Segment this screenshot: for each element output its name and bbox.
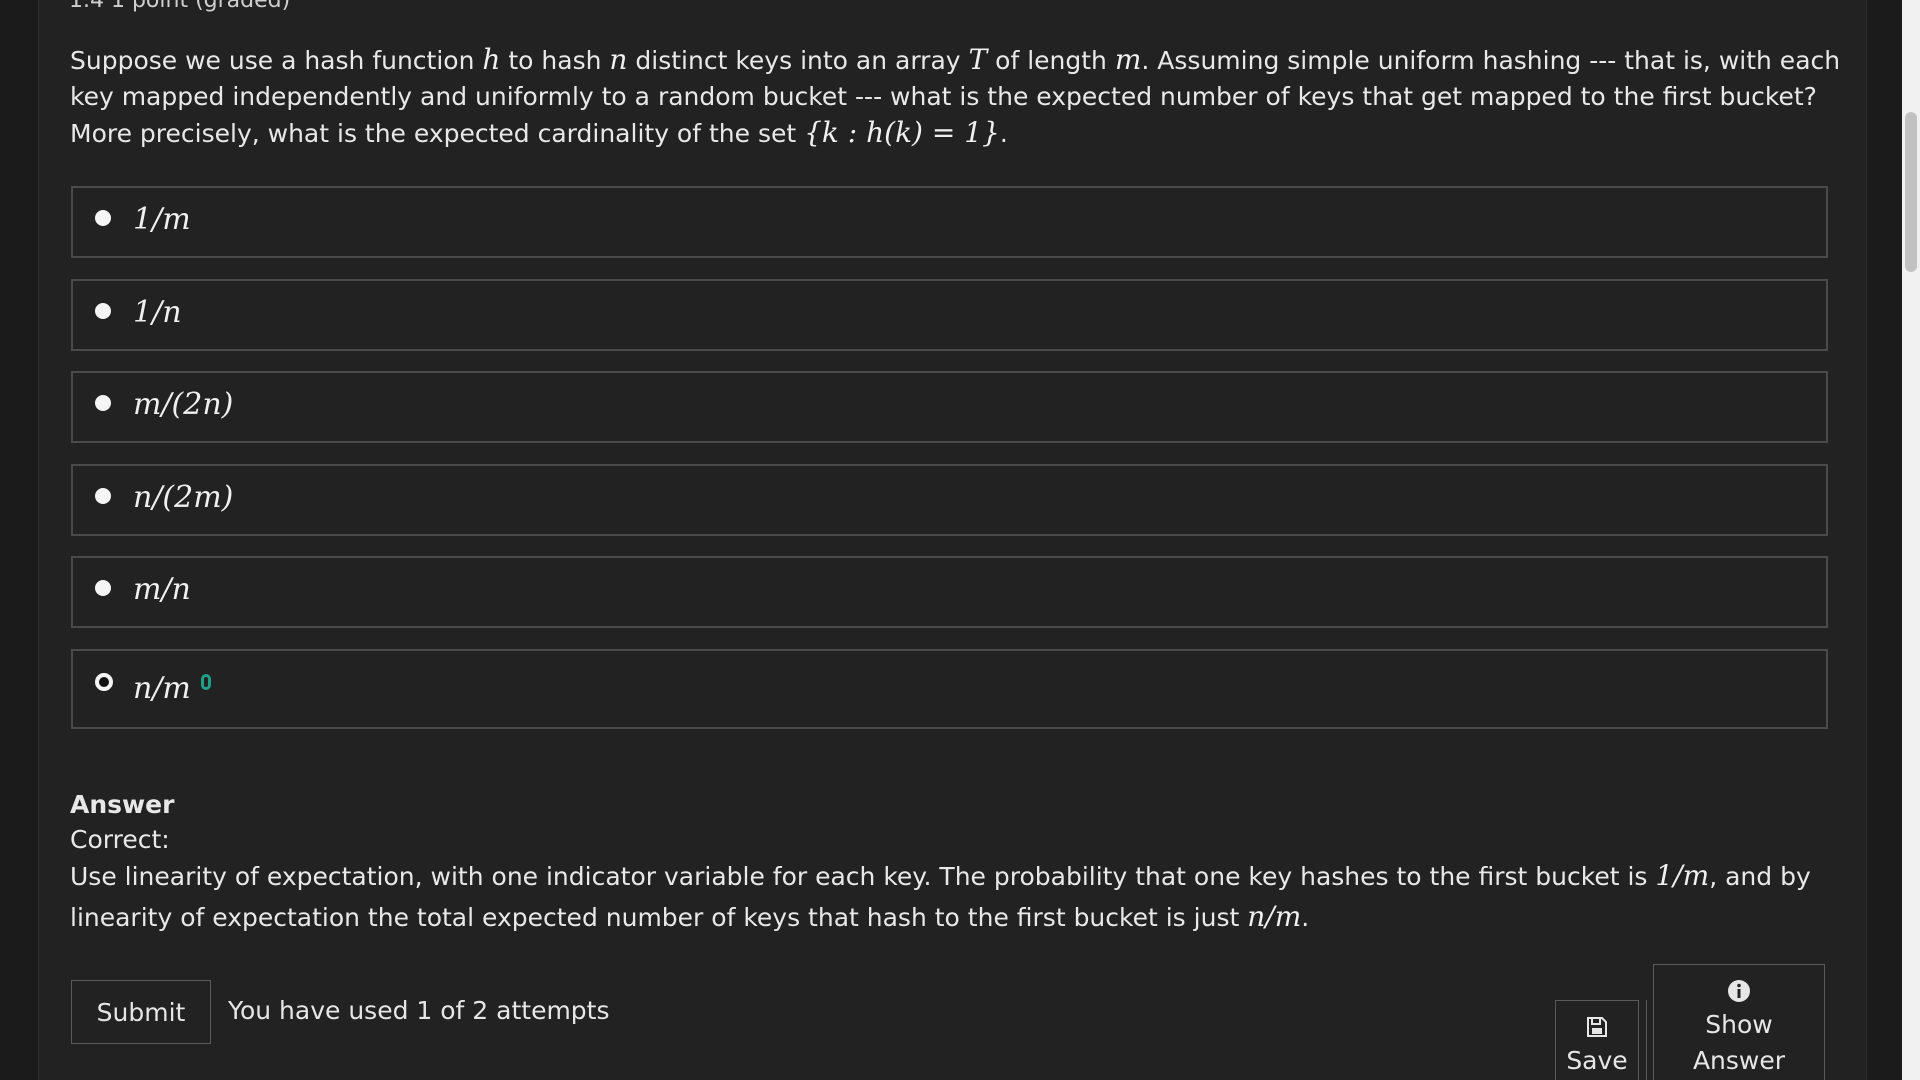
choice-option[interactable]: m/(2n) <box>71 371 1828 443</box>
choice-label: 1/n <box>133 295 182 330</box>
choice-option[interactable]: 1/n <box>71 279 1828 351</box>
radio-button-selected[interactable] <box>95 673 113 691</box>
show-answer-label-line1: Show <box>1705 1010 1773 1039</box>
problem-header: 1.4 1 point (graded) <box>69 0 291 13</box>
answer-status: Correct: <box>70 825 170 854</box>
problem-panel: 1.4 1 point (graded) Suppose we use a ha… <box>39 0 1865 1080</box>
radio-button[interactable] <box>95 303 111 319</box>
math-set: {k : h(k) = 1} <box>804 116 1000 149</box>
prompt-text: . <box>999 119 1008 148</box>
floppy-disk-icon <box>1587 1017 1607 1037</box>
show-answer-button[interactable]: Show Answer <box>1653 964 1825 1080</box>
info-icon <box>1728 980 1750 1002</box>
right-gutter <box>1866 0 1903 1080</box>
math-m: m <box>1114 43 1142 76</box>
answer-explanation: Use linearity of expectation, with one i… <box>70 856 1860 938</box>
explanation-text: Use linearity of expectation, with one i… <box>70 862 1656 891</box>
choice-label: n/m <box>133 671 211 706</box>
correct-icon <box>200 674 211 690</box>
choice-label: m/n <box>133 572 191 607</box>
prompt-text: distinct keys into an array <box>627 46 969 75</box>
attempts-text: You have used 1 of 2 attempts <box>228 996 610 1025</box>
math-n-over-m: n/m <box>1247 900 1302 933</box>
left-gutter <box>0 0 39 1080</box>
choice-option[interactable]: m/n <box>71 556 1828 628</box>
choice-option-selected[interactable]: n/m <box>71 649 1828 729</box>
radio-button[interactable] <box>95 395 111 411</box>
prompt-text: to hash <box>500 46 610 75</box>
button-divider <box>1646 1000 1647 1080</box>
radio-button[interactable] <box>95 580 111 596</box>
prompt-text: of length <box>987 46 1115 75</box>
choice-option[interactable]: n/(2m) <box>71 464 1828 536</box>
math-1-over-m: 1/m <box>1655 859 1710 892</box>
choice-label: 1/m <box>133 202 191 237</box>
choice-label: m/(2n) <box>133 387 234 422</box>
problem-prompt: Suppose we use a hash function h to hash… <box>70 42 1850 152</box>
radio-button[interactable] <box>95 488 111 504</box>
vertical-scrollbar[interactable] <box>1902 0 1920 1080</box>
submit-button[interactable]: Submit <box>71 980 211 1044</box>
math-n: n <box>609 43 628 76</box>
prompt-text: Suppose we use a hash function <box>70 46 483 75</box>
explanation-text: . <box>1301 903 1310 932</box>
page: 1.4 1 point (graded) Suppose we use a ha… <box>0 0 1920 1080</box>
save-label: Save <box>1566 1046 1628 1075</box>
math-h: h <box>482 43 501 76</box>
save-button[interactable]: Save <box>1555 1000 1639 1080</box>
choice-option[interactable]: 1/m <box>71 186 1828 258</box>
choice-label: n/(2m) <box>133 480 234 515</box>
scrollbar-thumb[interactable] <box>1905 112 1917 272</box>
math-T: T <box>968 43 988 76</box>
answer-title: Answer <box>70 790 175 819</box>
show-answer-label-line2: Answer <box>1692 1046 1786 1075</box>
radio-button[interactable] <box>95 210 111 226</box>
choice-label-text: n/m <box>133 671 191 706</box>
